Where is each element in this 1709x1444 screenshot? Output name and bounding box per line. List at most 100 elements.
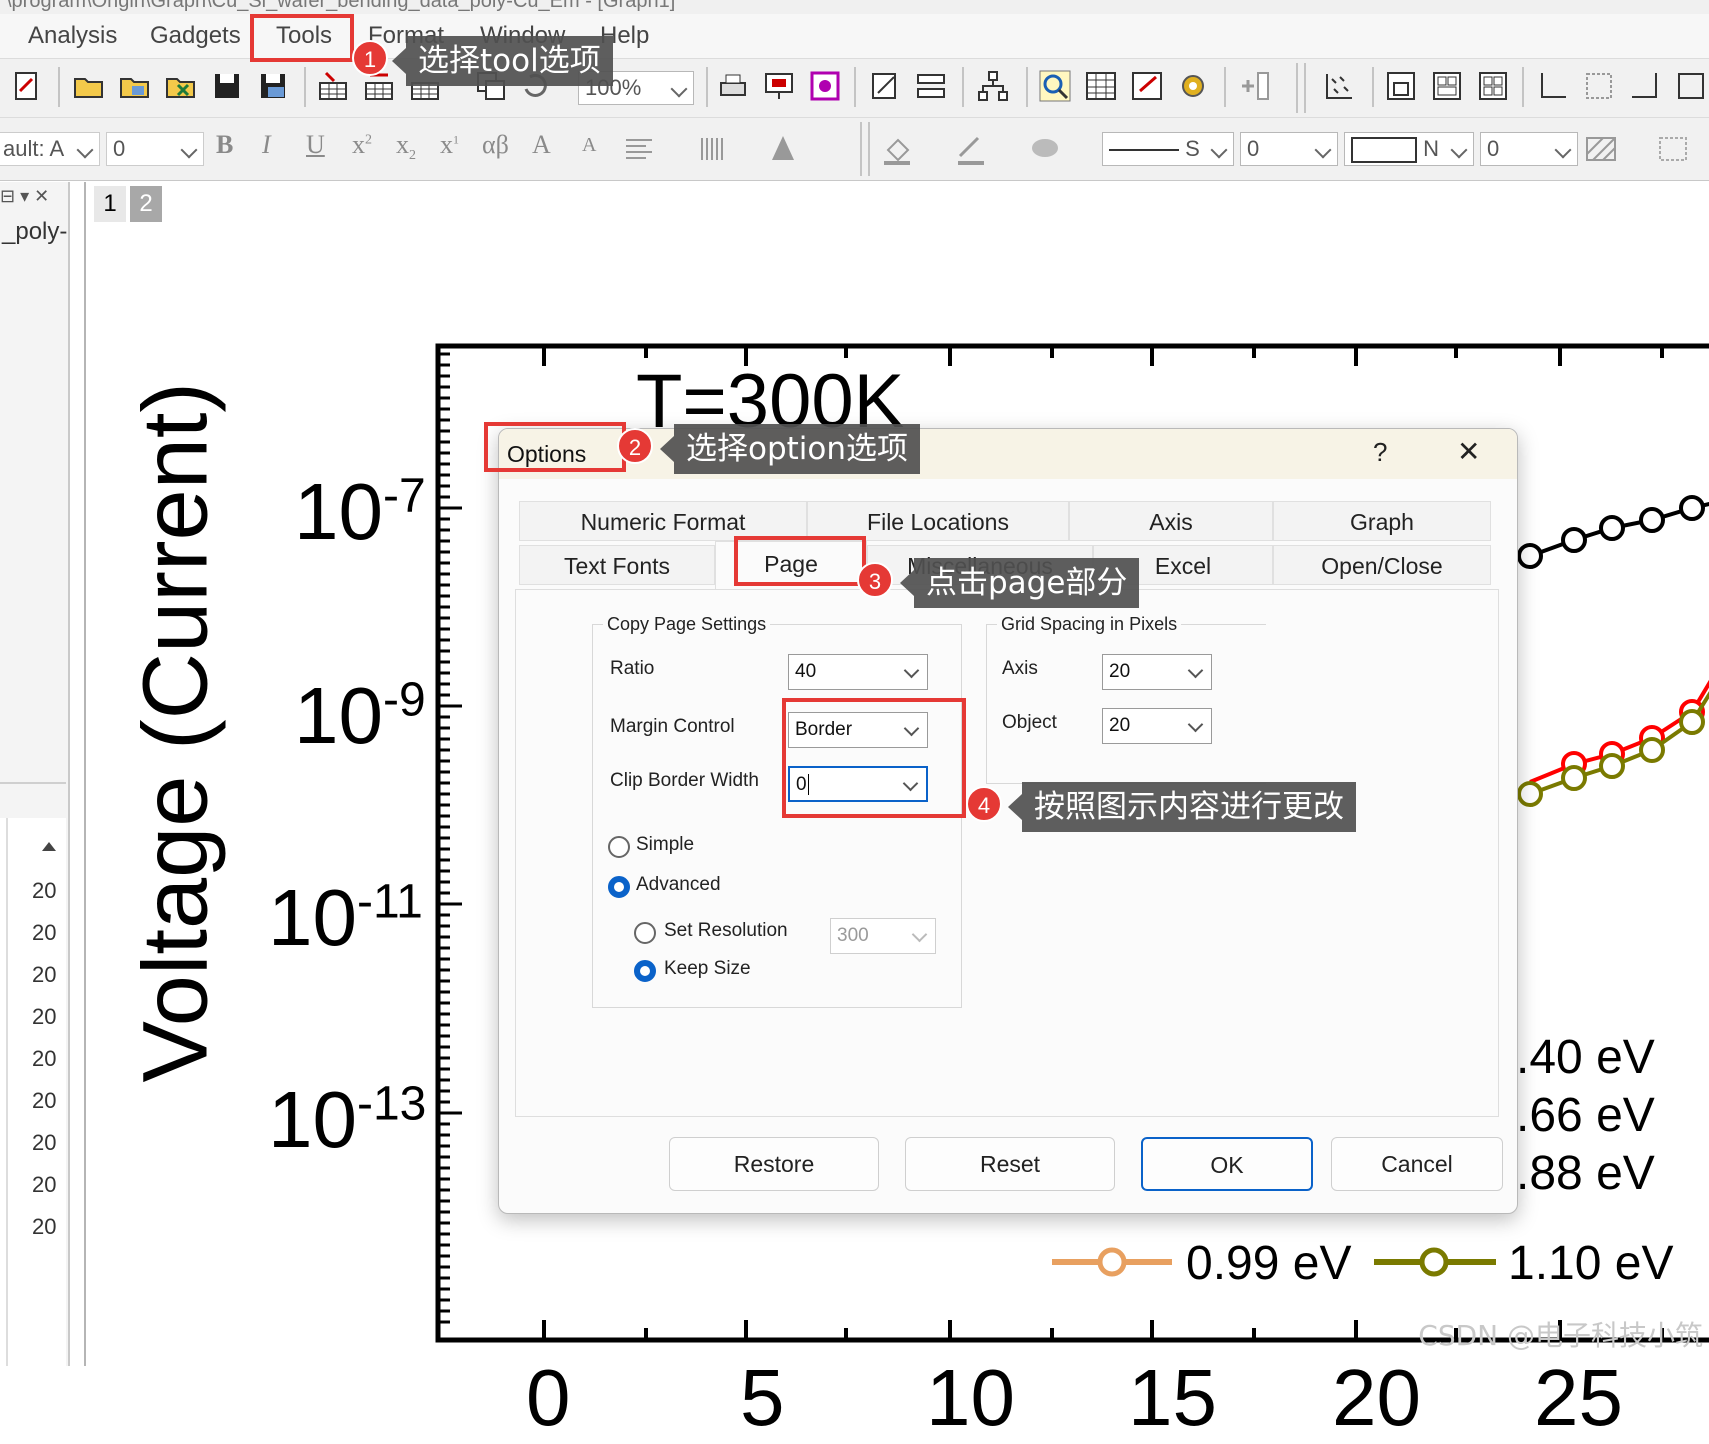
- superscript-button[interactable]: x2: [352, 130, 372, 160]
- import-icon[interactable]: [316, 69, 350, 103]
- notes-icon[interactable]: [868, 69, 902, 103]
- legend-label: .66 eV: [1516, 1089, 1655, 1142]
- worksheet-icon[interactable]: [1084, 69, 1118, 103]
- hatch-icon[interactable]: [1584, 132, 1618, 166]
- tab-axis[interactable]: Axis: [1069, 501, 1273, 541]
- scroll-up-icon[interactable]: [42, 842, 56, 851]
- save-template-icon[interactable]: [256, 69, 290, 103]
- data-reader-icon[interactable]: [1322, 69, 1356, 103]
- advanced-label: Advanced: [636, 874, 721, 895]
- ratio-combo[interactable]: 40: [788, 654, 928, 690]
- cancel-button[interactable]: Cancel: [1331, 1137, 1503, 1191]
- axis-l-icon[interactable]: [1536, 69, 1570, 103]
- code-builder-icon[interactable]: [1176, 69, 1210, 103]
- slideshow-icon[interactable]: [762, 69, 796, 103]
- advanced-radio[interactable]: [608, 876, 630, 898]
- legend-olive-swatch: [1374, 1247, 1496, 1277]
- set-resolution-radio[interactable]: [634, 922, 656, 944]
- line-style-combo[interactable]: S: [1102, 132, 1234, 166]
- y-axis-label: Voltage (Current): [124, 381, 227, 1083]
- increase-font-button[interactable]: A: [532, 130, 551, 160]
- dialog-title-bar: Options ? ✕: [499, 429, 1517, 479]
- window-title: \program\Origin\Graph\Cu_Si_wafer_bendin…: [6, 0, 676, 12]
- pattern-icon[interactable]: [1028, 132, 1062, 166]
- grid-spacing-group: Grid Spacing in Pixels: [986, 614, 1266, 784]
- font-name-combo[interactable]: ault: A: [0, 132, 100, 166]
- new-project-icon[interactable]: [10, 69, 44, 103]
- italic-button[interactable]: I: [262, 130, 271, 160]
- tab-text-fonts[interactable]: Text Fonts: [519, 545, 715, 585]
- bold-button[interactable]: B: [216, 130, 233, 160]
- grid-axis-combo[interactable]: 20: [1102, 654, 1212, 690]
- annotation-page-highlight: [734, 536, 866, 586]
- legend-label: 0.99 eV: [1186, 1237, 1352, 1290]
- line-width-combo[interactable]: 0: [1240, 132, 1338, 166]
- greek-button[interactable]: αβ: [482, 130, 509, 160]
- subscript-button[interactable]: x2: [396, 130, 416, 164]
- list-item[interactable]: 20: [32, 920, 56, 946]
- project-explorer-icon[interactable]: [914, 69, 948, 103]
- fill-color-icon[interactable]: [880, 132, 914, 166]
- matrix-icon[interactable]: [1130, 69, 1164, 103]
- layout-page-icon[interactable]: [808, 69, 842, 103]
- axis-box-icon[interactable]: [1582, 69, 1616, 103]
- y-tick-label: 10-11: [268, 873, 423, 962]
- list-item[interactable]: 20: [32, 878, 56, 904]
- grid-axis-label: Axis: [1002, 658, 1038, 679]
- font-size-combo[interactable]: 0: [106, 132, 204, 166]
- add-column-icon[interactable]: [1238, 69, 1272, 103]
- line-color-icon[interactable]: [954, 132, 988, 166]
- help-button[interactable]: ?: [1373, 437, 1387, 468]
- column-align-icon[interactable]: [696, 132, 730, 166]
- keep-size-label: Keep Size: [664, 958, 751, 979]
- list-item[interactable]: 20: [32, 1214, 56, 1240]
- list-item[interactable]: 20: [32, 1130, 56, 1156]
- layer-2-icon[interactable]: [1430, 69, 1464, 103]
- series-olive-markers: [1517, 709, 1705, 807]
- supersub-button[interactable]: x1: [440, 130, 459, 160]
- menu-analysis[interactable]: Analysis: [28, 22, 117, 50]
- fill-combo[interactable]: N: [1344, 132, 1474, 166]
- hierarchy-icon[interactable]: [976, 69, 1010, 103]
- list-item[interactable]: 20: [32, 1046, 56, 1072]
- keep-size-radio[interactable]: [634, 960, 656, 982]
- font-color-icon[interactable]: [766, 132, 800, 166]
- tab-open-close[interactable]: Open/Close: [1273, 545, 1491, 585]
- annotation-tip-2: 选择option选项: [659, 424, 921, 474]
- axis-frame-icon[interactable]: [1674, 69, 1708, 103]
- grid-pattern-icon[interactable]: [1656, 132, 1690, 166]
- format-toolbar: ault: A 0 B I U x2 x2 x1 αβ A A S 0 N 0: [0, 118, 1709, 181]
- list-item[interactable]: 20: [32, 1088, 56, 1114]
- series-black-markers: [1517, 495, 1705, 569]
- save-icon[interactable]: [210, 69, 244, 103]
- decrease-font-button[interactable]: A: [582, 134, 596, 157]
- resolution-combo[interactable]: 300: [830, 918, 936, 954]
- list-item[interactable]: 20: [32, 962, 56, 988]
- panel-controls[interactable]: ⊟ ▾ ✕: [0, 186, 49, 207]
- tab-graph[interactable]: Graph: [1273, 501, 1491, 541]
- fill-value-combo[interactable]: 0: [1480, 132, 1578, 166]
- ok-button[interactable]: OK: [1141, 1137, 1313, 1191]
- layer-4-icon[interactable]: [1476, 69, 1510, 103]
- reset-button[interactable]: Reset: [905, 1137, 1115, 1191]
- grid-object-combo[interactable]: 20: [1102, 708, 1212, 744]
- axis-right-icon[interactable]: [1628, 69, 1662, 103]
- simple-radio[interactable]: [608, 836, 630, 858]
- menu-gadgets[interactable]: Gadgets: [150, 22, 241, 50]
- worksheet-column: 20 20 20 20 20 20 20 20 20: [0, 818, 66, 1366]
- underline-button[interactable]: U: [306, 130, 325, 160]
- print-icon[interactable]: [716, 69, 750, 103]
- open-folder-icon[interactable]: [72, 69, 106, 103]
- graph-zoom-icon[interactable]: [1038, 69, 1072, 103]
- list-item[interactable]: 20: [32, 1172, 56, 1198]
- window-title-bar: \program\Origin\Graph\Cu_Si_wafer_bendin…: [0, 0, 1709, 15]
- tab-numeric-format[interactable]: Numeric Format: [519, 501, 807, 541]
- restore-button[interactable]: Restore: [669, 1137, 879, 1191]
- open-excel-icon[interactable]: [164, 69, 198, 103]
- layer-1-icon[interactable]: [1384, 69, 1418, 103]
- tab-file-locations[interactable]: File Locations: [807, 501, 1069, 541]
- list-item[interactable]: 20: [32, 1004, 56, 1030]
- close-icon[interactable]: ✕: [1457, 435, 1480, 468]
- align-icon[interactable]: [622, 132, 656, 166]
- open-template-icon[interactable]: [118, 69, 152, 103]
